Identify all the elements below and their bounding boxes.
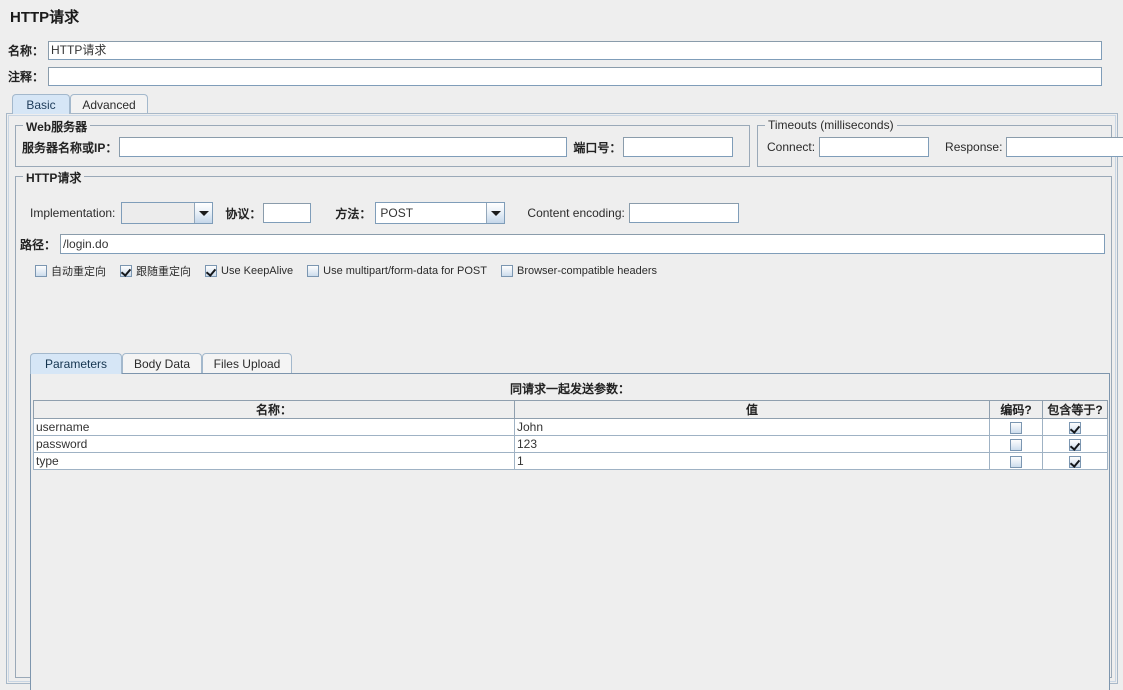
path-label: 路径： (20, 237, 57, 252)
checkbox-checked-icon[interactable] (1069, 455, 1081, 468)
web-server-group: Web服务器 服务器名称或IP： 端口号： (15, 118, 750, 167)
checkbox-icon[interactable] (1010, 421, 1022, 434)
cell-param-name[interactable]: password (33, 435, 515, 453)
chevron-down-icon (194, 203, 213, 223)
column-header-encode[interactable]: 编码? (989, 400, 1043, 419)
name-label: 名称： (8, 44, 45, 58)
table-header-row: 名称： 值 编码? 包含等于? (33, 400, 1108, 419)
column-header-value[interactable]: 值 (514, 400, 990, 419)
tab-body-data[interactable]: Body Data (122, 353, 202, 374)
cell-encode[interactable] (989, 418, 1043, 436)
server-name-label: 服务器名称或IP： (22, 140, 118, 155)
option-follow-redirects[interactable]: 跟随重定向 (120, 263, 191, 279)
checkbox-icon[interactable] (307, 265, 320, 277)
checkbox-icon[interactable] (1010, 455, 1022, 468)
protocol-input[interactable] (263, 203, 312, 223)
content-encoding-label: Content encoding: (527, 206, 625, 220)
cell-param-value[interactable]: John (514, 418, 990, 436)
port-label: 端口号： (573, 140, 622, 155)
basic-tab-panel: Web服务器 服务器名称或IP： 端口号： Timeouts (millisec… (6, 113, 1123, 690)
tab-files-upload[interactable]: Files Upload (202, 353, 292, 374)
option-multipart[interactable]: Use multipart/form-data for POST (307, 265, 487, 277)
method-combo-value: POST (380, 206, 414, 220)
checkbox-icon[interactable] (35, 265, 47, 277)
option-browser-compatible-headers-label: Browser-compatible headers (516, 265, 657, 277)
timeouts-group: Timeouts (milliseconds) Connect: Respons… (757, 118, 1123, 167)
tab-basic[interactable]: Basic (12, 94, 70, 114)
cell-encode[interactable] (989, 435, 1043, 453)
table-row[interactable]: type 1 (33, 452, 1108, 470)
parameters-table: 名称： 值 编码? 包含等于? username John password 1… (33, 400, 1108, 470)
cell-include-equals[interactable] (1042, 435, 1108, 453)
name-input[interactable]: HTTP请求 (48, 41, 1103, 60)
response-label: Response: (945, 140, 1003, 154)
checkbox-checked-icon[interactable] (1069, 421, 1081, 434)
port-input[interactable] (623, 137, 734, 157)
page-title: HTTP请求 (10, 9, 80, 26)
cell-include-equals[interactable] (1042, 452, 1108, 470)
tab-advanced[interactable]: Advanced (70, 94, 148, 114)
option-use-keepalive-label: Use KeepAlive (221, 265, 294, 277)
implementation-combo[interactable] (121, 202, 214, 224)
name-row: 名称： HTTP请求 (8, 40, 1116, 61)
checkbox-checked-icon[interactable] (205, 265, 217, 277)
checkbox-checked-icon[interactable] (120, 265, 132, 277)
cell-param-value[interactable]: 1 (514, 452, 990, 470)
cell-param-value[interactable]: 123 (514, 435, 990, 453)
table-row[interactable]: password 123 (33, 435, 1108, 453)
method-label: 方法： (335, 206, 372, 221)
checkbox-checked-icon[interactable] (1069, 438, 1081, 451)
request-options-row: 自动重定向 跟随重定向 Use KeepAlive Use multipart/… (35, 263, 671, 279)
connect-label: Connect: (767, 140, 816, 154)
option-auto-redirect[interactable]: 自动重定向 (35, 263, 106, 279)
chevron-down-icon (486, 203, 505, 223)
checkbox-icon[interactable] (1010, 438, 1022, 451)
http-request-group-title: HTTP请求 (23, 169, 85, 186)
comment-label: 注释： (8, 70, 45, 84)
main-tabstrip: Basic Advanced (6, 94, 1118, 114)
tab-parameters[interactable]: Parameters (30, 353, 122, 374)
params-heading: 同请求一起发送参数： (509, 382, 630, 396)
path-input[interactable]: /login.do (60, 234, 1105, 254)
cell-param-name[interactable]: type (33, 452, 515, 470)
cell-param-name[interactable]: username (33, 418, 515, 436)
column-header-include-equals[interactable]: 包含等于? (1042, 400, 1108, 419)
web-server-group-title: Web服务器 (23, 118, 91, 135)
http-request-editor: HTTP请求 名称： HTTP请求 注释： Basic Advanced Web… (0, 0, 1123, 690)
cell-encode[interactable] (989, 452, 1043, 470)
comment-row: 注释： (8, 66, 1116, 87)
option-browser-compatible-headers[interactable]: Browser-compatible headers (500, 265, 657, 277)
option-use-keepalive[interactable]: Use KeepAlive (205, 265, 293, 277)
column-header-name[interactable]: 名称： (33, 400, 515, 419)
timeouts-group-title: Timeouts (milliseconds) (765, 118, 897, 132)
table-row[interactable]: username John (33, 418, 1108, 436)
method-combo[interactable]: POST (375, 202, 506, 224)
content-encoding-input[interactable] (628, 203, 739, 223)
parameters-panel: 同请求一起发送参数： 名称： 值 编码? 包含等于? username John… (30, 373, 1110, 690)
implementation-label: Implementation: (30, 206, 116, 220)
option-follow-redirects-label: 跟随重定向 (136, 266, 191, 278)
protocol-label: 协议： (225, 206, 262, 221)
comment-input[interactable] (48, 67, 1103, 86)
option-multipart-label: Use multipart/form-data for POST (323, 265, 487, 277)
cell-include-equals[interactable] (1042, 418, 1108, 436)
response-input[interactable] (1006, 137, 1123, 157)
server-name-input[interactable] (119, 137, 568, 157)
option-auto-redirect-label: 自动重定向 (51, 266, 106, 278)
connect-input[interactable] (819, 137, 930, 157)
basic-tab-panel-inner: Web服务器 服务器名称或IP： 端口号： Timeouts (millisec… (8, 115, 1123, 690)
http-request-group: HTTP请求 Implementation: 协议： 方法： POST Cont… (15, 169, 1112, 690)
checkbox-icon[interactable] (500, 265, 513, 277)
